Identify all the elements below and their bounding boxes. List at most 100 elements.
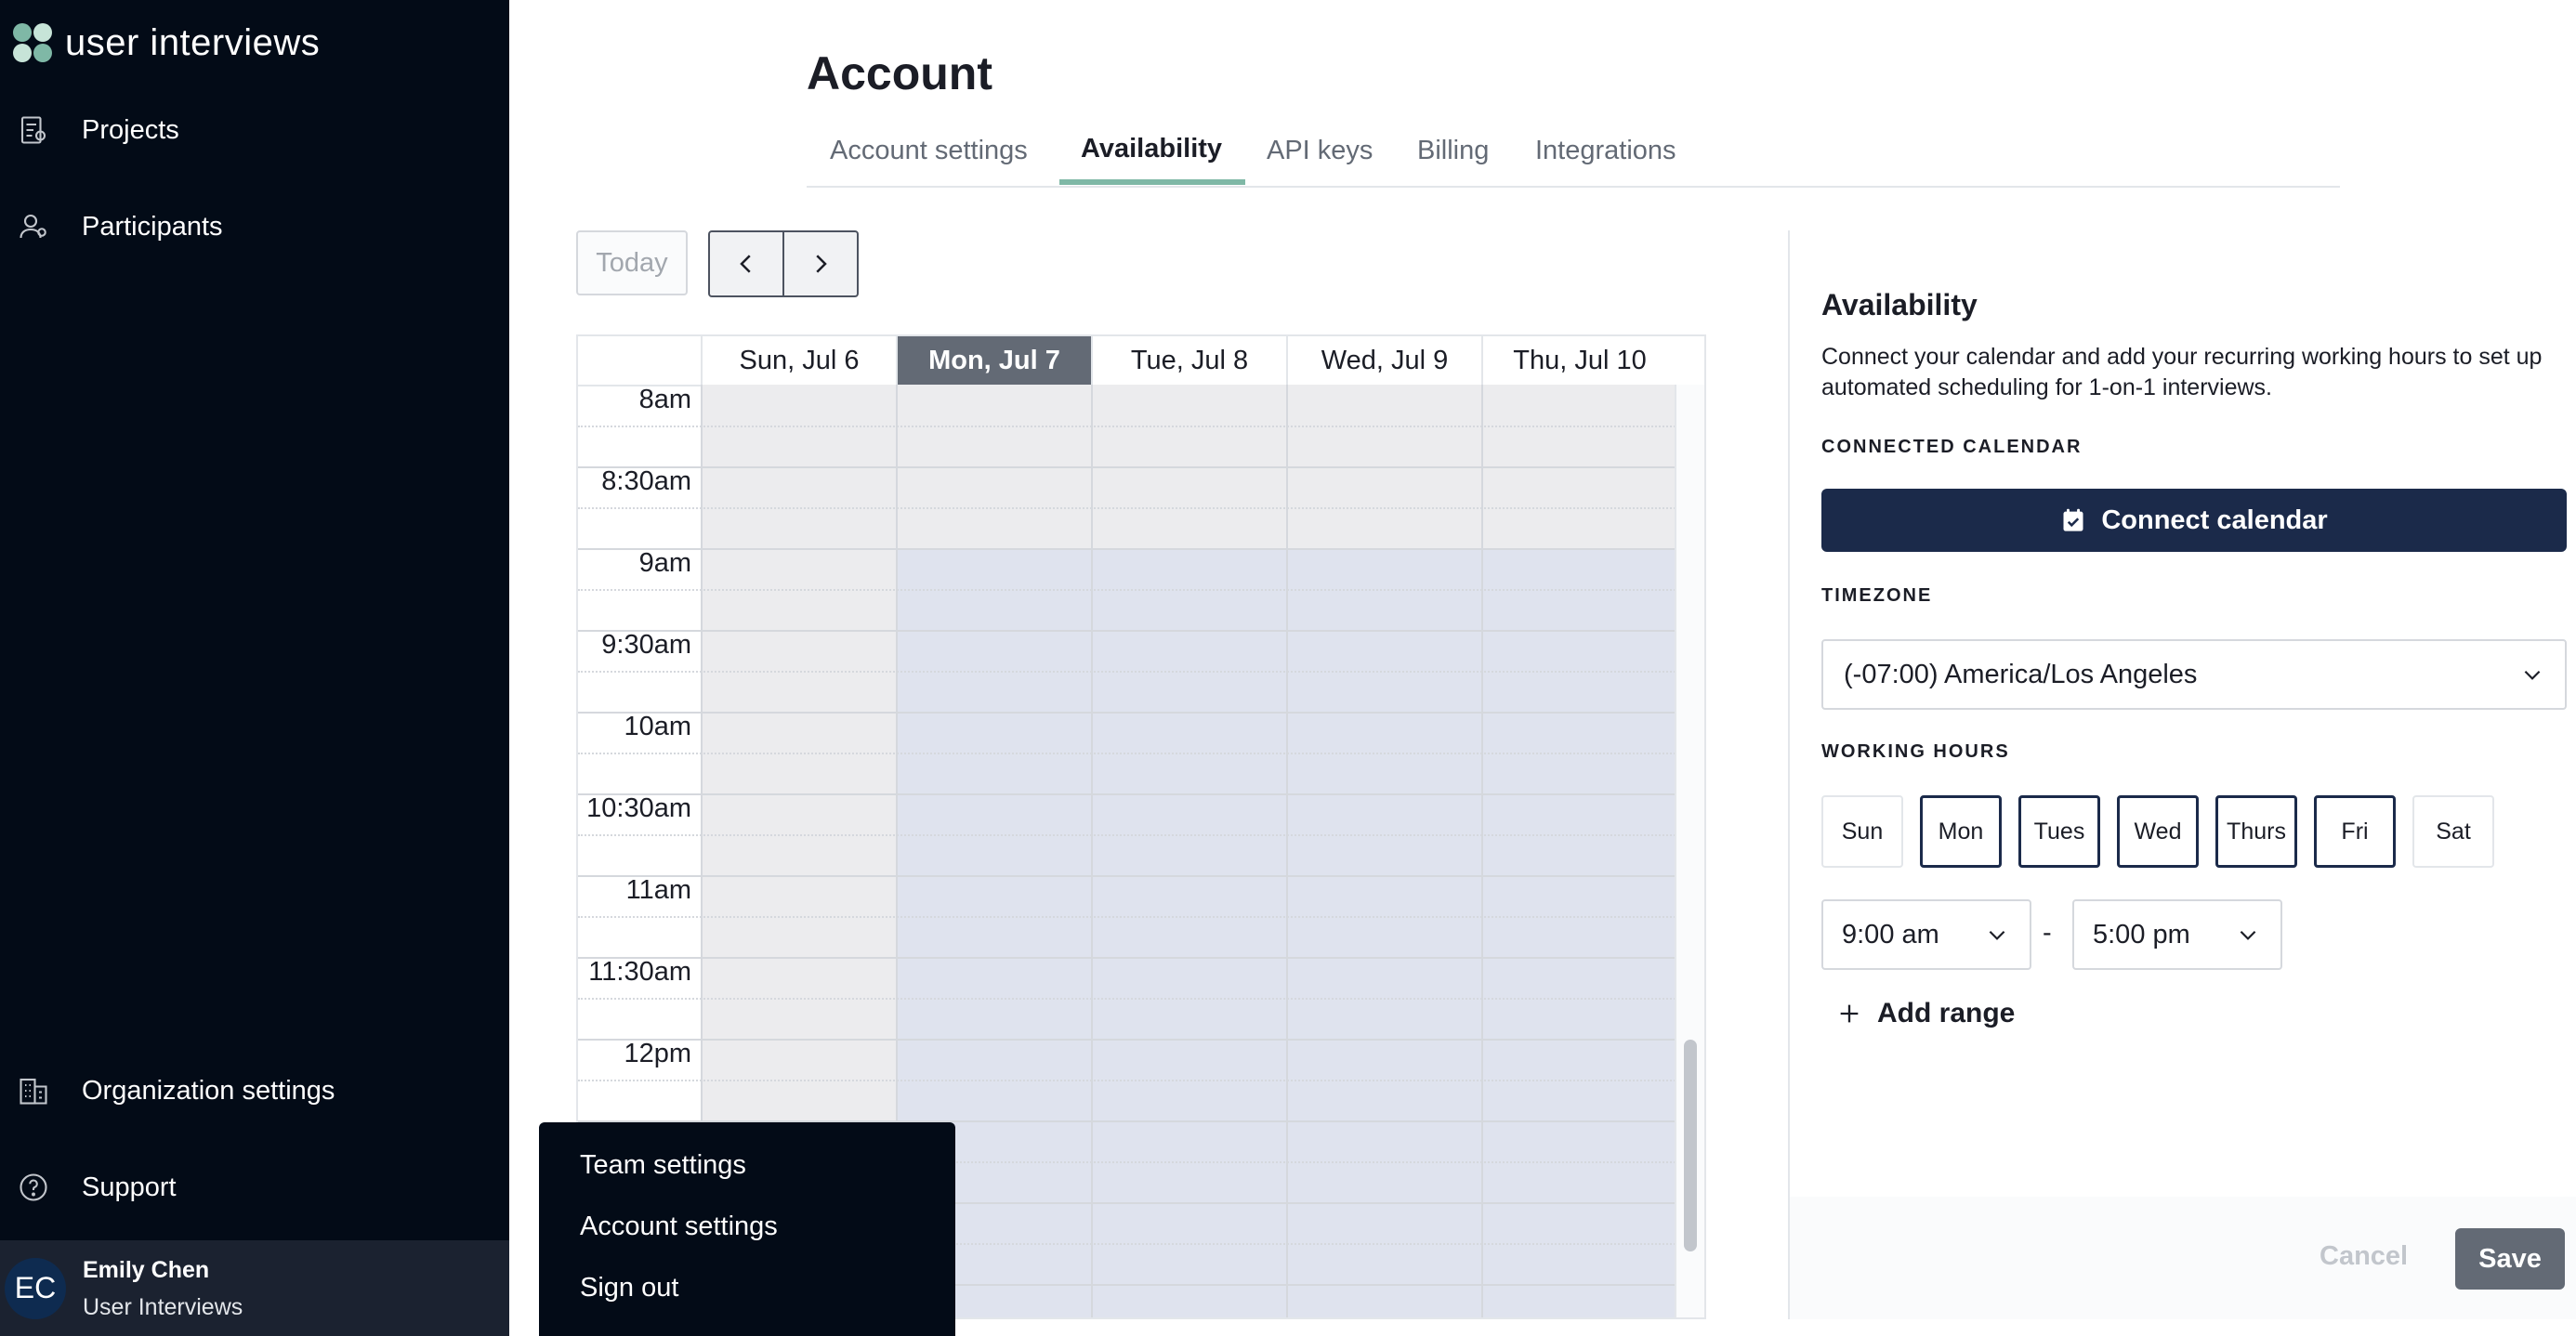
participants-icon (20, 214, 46, 239)
add-range-button[interactable]: Add range (1836, 998, 2015, 1029)
chevron-down-icon (1989, 930, 2005, 940)
day-header: Thu, Jul 10 (1481, 336, 1676, 385)
active-tab-indicator (1059, 179, 1245, 185)
cancel-button[interactable]: Cancel (2320, 1241, 2408, 1272)
tab-api-keys[interactable]: API keys (1267, 136, 1373, 166)
time-label: 10:30am (586, 793, 691, 823)
projects-icon (20, 116, 46, 144)
grid-line (578, 630, 1678, 632)
time-label: 8:30am (601, 466, 691, 496)
chevron-left-icon (740, 255, 751, 273)
day-header: Sun, Jul 6 (701, 336, 896, 385)
timezone-select[interactable]: (-07:00) America/Los Angeles (1821, 639, 2567, 710)
day-toggle-sun[interactable]: Sun (1821, 795, 1903, 868)
sidebar-item-organization-settings[interactable]: Organization settings (17, 1074, 335, 1107)
time-label: 10am (624, 712, 691, 741)
connect-calendar-button[interactable]: Connect calendar (1821, 489, 2567, 552)
panel-footer: Cancel Save (1790, 1197, 2576, 1319)
sidebar-item-label: Participants (82, 211, 223, 242)
avatar: EC (5, 1257, 66, 1319)
calendar-check-icon (2063, 508, 2083, 531)
day-toggle-wed[interactable]: Wed (2117, 795, 2199, 868)
user-profile[interactable]: EC Emily Chen User Interviews (0, 1240, 509, 1336)
help-icon (20, 1173, 47, 1201)
sidebar-item-label: Support (82, 1172, 177, 1202)
sidebar-item-support[interactable]: Support (17, 1171, 177, 1204)
start-time-select[interactable]: 9:00 am (1821, 899, 2031, 970)
tab-account-settings[interactable]: Account settings (830, 136, 1028, 166)
chevron-down-icon (2524, 670, 2541, 680)
today-button[interactable]: Today (576, 230, 688, 295)
time-label: 11am (625, 875, 691, 905)
organization-icon (20, 1078, 47, 1105)
grid-line (578, 671, 1678, 673)
day-toggle-mon[interactable]: Mon (1920, 795, 2002, 868)
time-label: 8am (638, 385, 691, 414)
tab-availability[interactable]: Availability (1081, 134, 1222, 164)
chevron-right-icon (816, 255, 827, 273)
calendar-header: Sun, Jul 6 Mon, Jul 7 Tue, Jul 8 Wed, Ju… (578, 336, 1678, 386)
grid-line (578, 1039, 1678, 1041)
chevron-down-icon (2240, 930, 2256, 940)
timezone-value: (-07:00) America/Los Angeles (1844, 659, 2198, 689)
day-header-today: Mon, Jul 7 (896, 336, 1091, 385)
grid-line (578, 548, 1678, 550)
time-label: 12pm (624, 1039, 691, 1068)
logo-mark-icon (13, 22, 54, 64)
timezone-label: TIMEZONE (1821, 585, 1933, 606)
grid-line (578, 712, 1678, 714)
time-label: 11:30am (588, 957, 691, 987)
plus-icon (1840, 1004, 1859, 1023)
sidebar-item-label: Projects (82, 114, 179, 145)
grid-line (578, 875, 1678, 877)
grid-line (578, 793, 1678, 795)
user-name: Emily Chen (83, 1256, 210, 1283)
add-range-label: Add range (1877, 998, 2016, 1028)
connect-calendar-label: Connect calendar (2101, 504, 2328, 535)
next-week-button[interactable] (782, 230, 859, 297)
sidebar: user interviews Projects Participants Or… (0, 0, 509, 1336)
grid-line (578, 916, 1678, 918)
grid-line (578, 589, 1678, 591)
time-label: 9:30am (601, 630, 691, 660)
day-header: Wed, Jul 9 (1286, 336, 1481, 385)
end-time-value: 5:00 pm (2093, 919, 2190, 950)
user-org: User Interviews (83, 1293, 243, 1320)
page-title: Account (807, 47, 992, 99)
menu-item-team-settings[interactable]: Team settings (580, 1150, 746, 1181)
calendar-scrollbar[interactable] (1675, 385, 1704, 1317)
availability-panel: Availability Connect your calendar and a… (1788, 230, 2576, 1319)
sidebar-item-label: Organization settings (82, 1075, 335, 1106)
sidebar-item-projects[interactable]: Projects (17, 113, 179, 147)
grid-line (578, 426, 1678, 427)
time-range-separator: - (2043, 918, 2052, 948)
start-time-value: 9:00 am (1842, 919, 1939, 950)
grid-line (578, 466, 1678, 468)
grid-line (578, 998, 1678, 1000)
day-header: Tue, Jul 8 (1091, 336, 1286, 385)
user-menu: Team settings Account settings Sign out (539, 1122, 955, 1336)
tab-integrations[interactable]: Integrations (1535, 136, 1676, 166)
grid-line (578, 753, 1678, 754)
previous-week-button[interactable] (708, 230, 784, 297)
day-toggle-fri[interactable]: Fri (2314, 795, 2396, 868)
scrollbar-thumb[interactable] (1684, 1040, 1697, 1251)
day-toggle-tues[interactable]: Tues (2018, 795, 2100, 868)
save-button[interactable]: Save (2455, 1228, 2565, 1290)
connected-calendar-label: CONNECTED CALENDAR (1821, 437, 2083, 457)
panel-description: Connect your calendar and add your recur… (1821, 344, 2543, 400)
grid-line (578, 1080, 1678, 1081)
grid-line (578, 834, 1678, 836)
day-toggle-thurs[interactable]: Thurs (2215, 795, 2297, 868)
end-time-select[interactable]: 5:00 pm (2072, 899, 2282, 970)
logo-text: user interviews (65, 22, 321, 63)
logo[interactable]: user interviews (13, 22, 320, 64)
tab-billing[interactable]: Billing (1417, 136, 1489, 166)
grid-line (578, 507, 1678, 509)
sidebar-item-participants[interactable]: Participants (17, 210, 223, 243)
menu-item-account-settings[interactable]: Account settings (580, 1212, 778, 1242)
menu-item-sign-out[interactable]: Sign out (580, 1273, 678, 1303)
time-label: 9am (638, 548, 691, 578)
panel-title: Availability (1821, 288, 1978, 321)
day-toggle-sat[interactable]: Sat (2412, 795, 2494, 868)
